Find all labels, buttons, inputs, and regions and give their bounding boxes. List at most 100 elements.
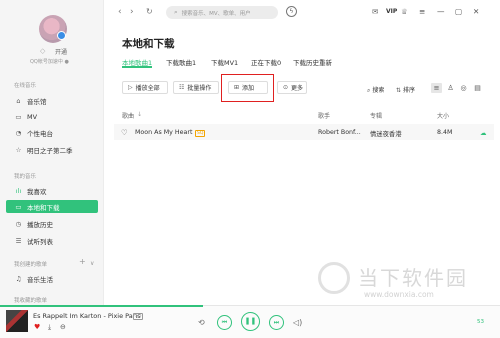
- like-icon[interactable]: ♥: [34, 323, 40, 331]
- play-icon: ▷: [128, 84, 133, 91]
- back-icon[interactable]: ‹: [118, 7, 122, 17]
- collected-playlists-heading: 我收藏的歌单: [14, 298, 48, 304]
- online-status-icon: [57, 31, 66, 40]
- mv-icon: ▭: [15, 112, 22, 121]
- now-playing-separator: -: [103, 312, 106, 320]
- row-singer[interactable]: Robert Bonf...: [318, 129, 361, 136]
- forward-icon[interactable]: ›: [130, 7, 134, 17]
- album-cover[interactable]: [6, 310, 28, 332]
- row-album[interactable]: 情迷夜香港: [370, 129, 401, 138]
- singer-view-icon[interactable]: ♙: [445, 83, 456, 93]
- close-icon[interactable]: ✕: [473, 7, 479, 16]
- play-all-button[interactable]: ▷ 播放全部: [122, 81, 168, 94]
- download-icon[interactable]: ⤓: [48, 323, 51, 332]
- heart-icon[interactable]: ♡: [121, 128, 128, 137]
- next-button[interactable]: ⏭: [269, 315, 284, 330]
- vip-button[interactable]: VIP: [386, 8, 397, 15]
- mail-icon[interactable]: ✉: [372, 7, 378, 16]
- column-album[interactable]: 专辑: [370, 111, 382, 120]
- star-icon: ☆: [15, 145, 22, 154]
- mini-mode-icon[interactable]: ▢: [455, 7, 462, 16]
- sidebar-item-history[interactable]: ◷ 播放历史: [6, 217, 98, 230]
- tab-downloading[interactable]: 正在下载0: [251, 57, 281, 67]
- created-playlists-heading: 我创建的歌单: [14, 262, 48, 268]
- column-size[interactable]: 大小: [437, 111, 449, 120]
- sort-button[interactable]: ⇅ 排序: [396, 85, 415, 94]
- previous-button[interactable]: ⏮: [217, 315, 232, 330]
- play-time: 53: [477, 319, 484, 325]
- sidebar-item-radio[interactable]: ◔ 个性电台: [6, 126, 98, 139]
- row-size: 8.4M: [437, 129, 453, 136]
- sidebar-item-label: 试听列表: [27, 237, 53, 246]
- more-button[interactable]: ⊙ 更多: [277, 81, 307, 94]
- search-input[interactable]: ⌕ 搜索音乐、MV、歌单、用户: [166, 6, 278, 19]
- now-playing: Es Rappelt Im Karton - Pixie Paris: [33, 312, 141, 320]
- sidebar-item-label: 本地和下载: [27, 203, 60, 212]
- more-options-icon[interactable]: ⊖: [60, 323, 66, 331]
- playlist-icon: ☰: [15, 236, 22, 245]
- search-tool-label: 搜索: [372, 87, 385, 94]
- column-singer[interactable]: 歌手: [318, 111, 330, 120]
- search-icon: ⌕: [367, 87, 371, 94]
- collapse-icon[interactable]: ∨: [90, 260, 94, 267]
- listen-recognize-icon[interactable]: ϟ: [286, 6, 297, 17]
- sidebar-item-music-life[interactable]: ♫ 音乐生活: [6, 272, 98, 285]
- sidebar-item-trial-list[interactable]: ☰ 试听列表: [6, 234, 98, 247]
- diamond-icon: ◇: [40, 47, 46, 55]
- loop-mode-icon[interactable]: ⟲: [198, 318, 205, 327]
- progress-fill[interactable]: [0, 305, 203, 307]
- pause-button[interactable]: ❚❚: [241, 312, 260, 331]
- column-song[interactable]: 歌曲: [122, 111, 134, 120]
- love-chart-icon: ılı: [15, 186, 22, 195]
- minimize-icon[interactable]: —: [437, 7, 445, 16]
- add-playlist-icon[interactable]: +: [79, 257, 86, 266]
- folder-view-icon[interactable]: ▤: [472, 83, 483, 93]
- batch-label: 批量操作: [187, 85, 212, 92]
- sidebar-item-favorites[interactable]: ılı 我喜欢: [6, 184, 98, 197]
- tab-downloaded-songs[interactable]: 下载歌曲1: [166, 57, 196, 67]
- volume-icon[interactable]: ◁): [293, 318, 302, 327]
- now-playing-song[interactable]: Es Rappelt Im Karton: [33, 312, 101, 320]
- row-song[interactable]: Moon As My Heart: [135, 129, 192, 136]
- sort-icon: ⇅: [396, 87, 402, 94]
- search-placeholder: 搜索音乐、MV、歌单、用户: [181, 10, 251, 17]
- tab-download-history[interactable]: 下载历史重新: [293, 57, 332, 67]
- search-tool-button[interactable]: ⌕ 搜索: [367, 85, 384, 95]
- refresh-icon[interactable]: ↻: [146, 7, 153, 16]
- watermark-url: www.downxia.com: [364, 290, 434, 299]
- sidebar-item-label: 明日之子第二季: [27, 146, 73, 155]
- sidebar-item-local-download[interactable]: ▭ 本地和下载: [6, 200, 98, 213]
- vip-open-link[interactable]: 开通: [55, 47, 67, 56]
- list-view-icon[interactable]: ≡: [431, 83, 442, 93]
- sidebar-item-music-hall[interactable]: ⌂ 音乐馆: [6, 94, 98, 107]
- radio-icon: ◔: [15, 128, 22, 137]
- my-music-heading: 我的音乐: [14, 174, 37, 180]
- play-all-label: 播放全部: [135, 85, 160, 92]
- search-icon: ⌕: [174, 8, 178, 16]
- qq-account-hint: QQ帐号加速中 ●: [30, 59, 69, 65]
- cloud-icon: ☁: [480, 129, 487, 137]
- active-tab-indicator: [122, 66, 152, 68]
- sort-arrow-icon: ↓: [137, 111, 143, 118]
- more-icon: ⊙: [283, 84, 289, 91]
- album-view-icon[interactable]: ◎: [458, 83, 469, 93]
- batch-icon: ☷: [179, 84, 185, 91]
- batch-operation-button[interactable]: ☷ 批量操作: [173, 81, 219, 94]
- sidebar-item-mv[interactable]: ▭ MV: [6, 110, 98, 123]
- sidebar-item-label: 播放历史: [27, 220, 53, 229]
- menu-icon[interactable]: ≡: [419, 7, 425, 16]
- highlight-annotation-box: [221, 74, 274, 102]
- skin-icon[interactable]: ♕: [401, 7, 408, 16]
- sidebar-item-label: 个性电台: [27, 129, 53, 138]
- sidebar-item-label: MV: [27, 112, 38, 121]
- playlist-music-icon: ♫: [15, 274, 22, 283]
- sidebar-item-label: 我喜欢: [27, 187, 47, 196]
- sidebar-item-label: 音乐馆: [27, 97, 47, 106]
- sidebar-item-tomorrow-show[interactable]: ☆ 明日之子第二季: [6, 143, 98, 156]
- sort-label: 排序: [403, 87, 416, 94]
- local-download-icon: ▭: [15, 202, 22, 211]
- tab-downloaded-mv[interactable]: 下载MV1: [211, 57, 238, 67]
- watermark-text: 当下软件园: [358, 266, 468, 290]
- page-title: 本地和下载: [122, 38, 175, 50]
- sidebar-item-label: 音乐生活: [27, 275, 53, 284]
